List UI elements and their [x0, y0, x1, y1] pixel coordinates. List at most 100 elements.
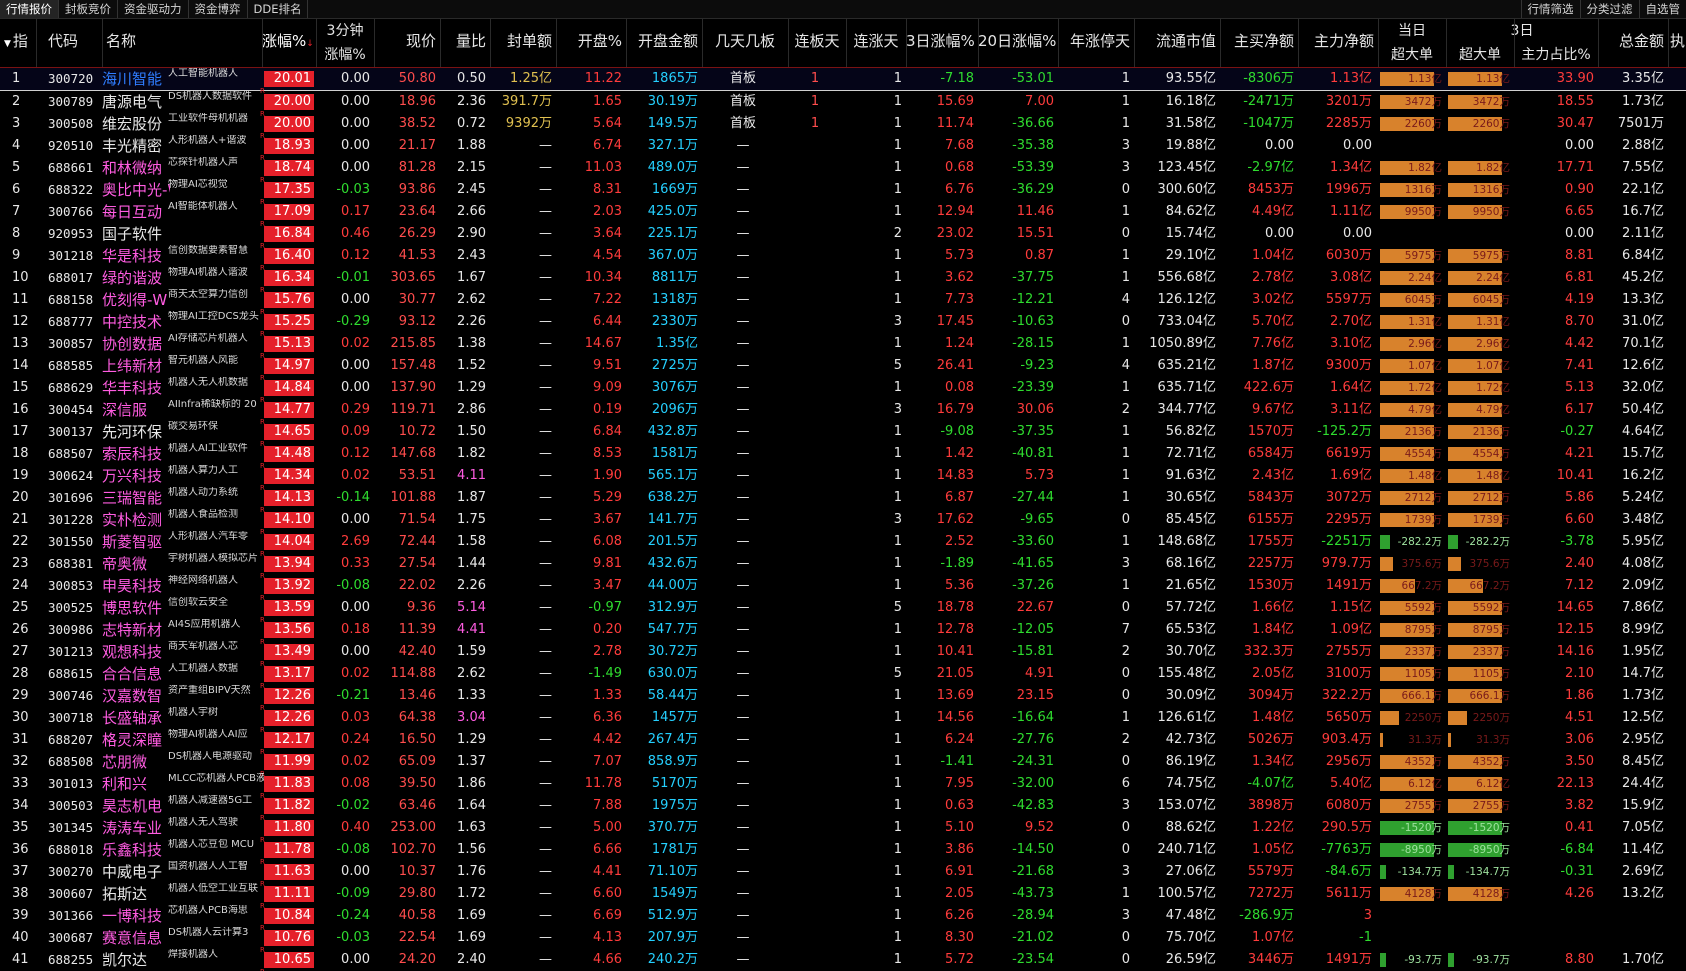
- tab-3[interactable]: 资金博弈: [189, 0, 248, 18]
- table-row[interactable]: 3 300508 维宏股份 工业软件母机机器 20.00 R 0.00 38.52 0.72 93…: [0, 113, 1686, 140]
- table-row[interactable]: 18 688507 索辰科技 机器人AI工业软件 14.48 R 0.12 147.68 1.8…: [0, 443, 1686, 470]
- concept-tags: 机器人无人驾驶: [168, 817, 238, 828]
- change-pct-badge: 15.76: [264, 292, 314, 308]
- header-seal-amount[interactable]: 封单额: [490, 29, 556, 53]
- table-row[interactable]: 4 920510 丰光精密 人形机器人+谐波 18.93 R 0.00 21.17 1.88—6…: [0, 135, 1686, 162]
- table-row[interactable]: 25 300525 博思软件 信创软云安全 13.59 R 0.00 9.36 5.14— -0.…: [0, 597, 1686, 624]
- main-net: 322.2万: [1321, 688, 1372, 703]
- filter-tab-2[interactable]: 自选管: [1638, 0, 1686, 18]
- header-index[interactable]: ▼ 指: [0, 29, 36, 53]
- table-row[interactable]: 16 300454 深信服 AIInfra稀缺标的 20 14.77 R 0.29 119.7…: [0, 399, 1686, 426]
- volume-ratio: 2.62: [457, 292, 486, 307]
- header-float-mktcap[interactable]: 流通市值: [1134, 29, 1220, 53]
- days-boards: —: [736, 644, 750, 659]
- table-row[interactable]: 35 301345 涛涛车业 机器人无人驾驶 11.80 R 0.40 253.00 1.63—…: [0, 817, 1686, 844]
- table-row[interactable]: 1 300720 海川智能 人工智能机器人 20.01 R 0.00 50.80 0.50 1.2…: [0, 68, 1686, 95]
- table-row[interactable]: 36 688018 乐鑫科技 机器人芯豆包 MCU 11.78 R -0.08 102.70 1…: [0, 839, 1686, 866]
- header-20day-pct[interactable]: 20日涨幅%: [978, 29, 1058, 53]
- header-super-large-today[interactable]: 超大单: [1378, 43, 1446, 67]
- rise-days: 1: [893, 556, 902, 571]
- table-row[interactable]: 32 688508 芯朋微 DS机器人电源驱动 11.99 R 0.02 65.09 1.37—…: [0, 751, 1686, 778]
- super-large-3day: 1.13亿: [1446, 68, 1514, 90]
- table-row[interactable]: 28 688615 合合信息 人工机器人数据 13.17 R 0.02 114.88 2.62—…: [0, 663, 1686, 690]
- table-row[interactable]: 41 688255 凯尔达 焊接机器人 10.65R 0.00 24.20 2.40 — 4.66…: [0, 949, 1686, 971]
- header-3min-bot[interactable]: 涨幅%: [316, 43, 374, 67]
- header-name[interactable]: 名称: [102, 29, 262, 53]
- header-price[interactable]: 现价: [374, 29, 440, 53]
- header-main-buy-net[interactable]: 主买净额: [1220, 29, 1298, 53]
- limit-days: [788, 201, 846, 223]
- header-limit-days[interactable]: 连板天: [788, 29, 846, 53]
- limit-days: [788, 509, 846, 531]
- table-row[interactable]: 17 300137 先河环保 碳交易环保 14.65 R 0.09 10.72 1.50—6.8…: [0, 421, 1686, 448]
- table-row[interactable]: 24 300853 申昊科技 神经网络机器人 13.92 R -0.08 22.02 2.26—…: [0, 575, 1686, 602]
- table-row[interactable]: 23 688381 帝奥微 宇树机器人模拟芯片 13.94 R 0.33 27.54 1.44—…: [0, 553, 1686, 580]
- table-row[interactable]: 27 301213 观想科技 商天军机器人芯 13.49 R 0.00 42.40 1.59—2…: [0, 641, 1686, 668]
- money-flow-bar-label: 6.12亿: [1408, 778, 1442, 790]
- table-row[interactable]: 20 301696 三瑞智能 机器人动力系统 14.13 R -0.14 101.88 1.87…: [0, 487, 1686, 514]
- current-price: 72.44: [398, 534, 436, 549]
- table-row[interactable]: 29 300746 汉嘉数智 资产重组BIPV天然 12.26 R -0.21 13.46 1.…: [0, 685, 1686, 712]
- table-row[interactable]: 39 301366 一博科技 芯机器人PCB海思 10.84 R -0.24 40.58 1.6…: [0, 905, 1686, 932]
- table-row[interactable]: 2 300789 唐源电气 DS机器人数据软件 20.00 R 0.00 18.96 2.36 3…: [0, 91, 1686, 118]
- table-row[interactable]: 14 688585 上纬新材 智元机器人风能 14.97 R 0.00 157.48 1.52—…: [0, 355, 1686, 382]
- table-row[interactable]: 11 688158 优刻得-W 商天太空算力信创 15.76 R 0.00 30.77 2.62…: [0, 289, 1686, 316]
- table-row[interactable]: 9 301218 华是科技 信创数据要素智慧 16.40 R 0.12 41.53 2.43—4…: [0, 245, 1686, 272]
- money-flow-bar-label: 5975万: [1472, 250, 1510, 262]
- main-buy-net: 7.76亿: [1252, 336, 1294, 351]
- header-year-limit-days[interactable]: 年涨停天: [1058, 29, 1134, 53]
- filter-tab-1[interactable]: 分类过滤: [1579, 0, 1639, 18]
- tab-0[interactable]: 行情报价: [0, 0, 59, 18]
- tab-4[interactable]: DDE排名: [248, 0, 309, 18]
- header-super-large-3day[interactable]: 超大单: [1446, 43, 1514, 67]
- three-min-change: -0.01: [336, 270, 370, 285]
- header-main-ratio[interactable]: 主力占比%: [1514, 43, 1598, 67]
- table-row[interactable]: 22 301550 斯菱智驱 人形机器人汽车零 14.04 R 2.69 72.44 1.58—…: [0, 531, 1686, 558]
- header-code[interactable]: 代码: [36, 29, 102, 53]
- table-row[interactable]: 12 688777 中控技术 物理AI工控DCS龙头 15.25 R -0.29 93.12 2…: [0, 311, 1686, 338]
- open-pct: 6.60: [593, 886, 622, 901]
- table-row[interactable]: 38 300607 拓斯达 机器人低空工业互联 11.11 R -0.09 29.80 1.72…: [0, 883, 1686, 910]
- header-3day-pct[interactable]: 3日涨幅%: [906, 29, 978, 53]
- change-pct: 13.59: [262, 597, 316, 619]
- table-row[interactable]: 7 300766 每日互动 AI智能体机器人 17.09 R 0.17 23.64 2.66—2…: [0, 201, 1686, 228]
- tab-2[interactable]: 资金驱动力: [118, 0, 189, 18]
- concept-tags: 物理AI芯视觉: [168, 179, 228, 190]
- table-row[interactable]: 8 920953 国子软件 16.84 R 0.46 26.29 2.90—3.64 225.1…: [0, 223, 1686, 250]
- header-pct[interactable]: 涨幅%↓: [262, 29, 316, 53]
- header-volume-ratio[interactable]: 量比: [440, 29, 490, 53]
- change-pct-badge: 17.09: [264, 204, 314, 220]
- table-row[interactable]: 40 300687 赛意信息 DS机器人云计算3 10.76 R -0.03 22.54 1.6…: [0, 927, 1686, 954]
- table-row[interactable]: 26 300986 志特新材 AI4S应用机器人 13.56 R 0.18 11.39 4.41…: [0, 619, 1686, 646]
- three-day-change: -7.18: [940, 71, 974, 86]
- table-row[interactable]: 10 688017 绿的谐波 物理AI机器人谐波 16.34 R -0.01 303.65 1.…: [0, 267, 1686, 294]
- filter-tab-0[interactable]: 行情筛选: [1520, 0, 1580, 18]
- change-pct-badge: 18.93: [264, 138, 314, 154]
- table-row[interactable]: 30 300718 长盛轴承 机器人宇树 12.26 R 0.03 64.38 3.04—6.3…: [0, 707, 1686, 734]
- header-main-net[interactable]: 主力净额: [1298, 29, 1378, 53]
- header-days-boards[interactable]: 几天几板: [702, 29, 788, 53]
- header-3min-top[interactable]: 3分钟: [316, 19, 374, 43]
- table-row[interactable]: 5 688661 和林微纳 芯探针机器人声 18.74 R 0.00 81.28 2.15—11…: [0, 157, 1686, 184]
- three-day-change: 3.62: [945, 270, 974, 285]
- main-ratio: [1514, 927, 1598, 949]
- header-total-amount[interactable]: 总金额: [1598, 29, 1668, 53]
- table-row[interactable]: 13 300857 协创数据 AI存储芯片机器人 15.13 R 0.02 215.85 1.3…: [0, 333, 1686, 360]
- three-min-change: 0.03: [341, 710, 370, 725]
- header-open-amount[interactable]: 开盘金额: [626, 29, 702, 53]
- money-flow-bar-label: 1739万: [1472, 514, 1510, 526]
- table-row[interactable]: 15 688629 华丰科技 机器人无人机数据 14.84 R 0.00 137.90 1.29…: [0, 377, 1686, 404]
- table-row[interactable]: 19 300624 万兴科技 机器人算力人工 14.34 R 0.02 53.51 4.11—1…: [0, 465, 1686, 492]
- float-market-cap: 21.65亿: [1165, 578, 1216, 593]
- header-extra[interactable]: 执: [1668, 29, 1686, 53]
- table-row[interactable]: 37 300270 中威电子 国资机器人人工智 11.63 R 0.00 10.37 1.76—…: [0, 861, 1686, 888]
- table-row[interactable]: 34 300503 昊志机电 机器人减速器5G工 11.82 R -0.02 63.46 1.6…: [0, 795, 1686, 822]
- table-row[interactable]: 21 301228 实朴检测 机器人食品检测 14.10 R 0.00 71.54 1.75—3…: [0, 509, 1686, 536]
- header-open-pct[interactable]: 开盘%: [556, 29, 626, 53]
- money-flow-bar: 4.79亿: [1380, 403, 1444, 417]
- header-rise-days[interactable]: 连涨天: [846, 29, 906, 53]
- table-row[interactable]: 33 301013 利和兴 MLCC芯机器人PCB液 11.83 R 0.08 39.50 1.…: [0, 773, 1686, 800]
- table-row[interactable]: 6688322奥比中光-W物理AI芯视觉17.35R-0.0393.862.45…: [0, 179, 1686, 206]
- table-row[interactable]: 31 688207 格灵深瞳 物理AI机器人AI应 12.17 R 0.24 16.50 1.2…: [0, 729, 1686, 756]
- tab-1[interactable]: 封板竞价: [59, 0, 118, 18]
